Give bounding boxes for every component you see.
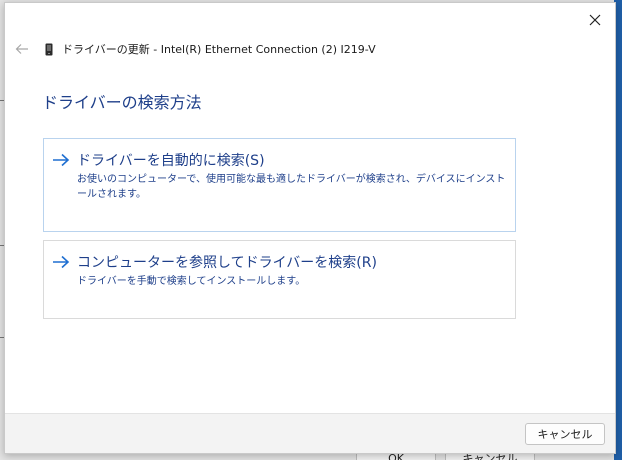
arrow-right-icon — [53, 255, 70, 269]
close-button[interactable] — [581, 8, 609, 32]
dialog-header-title: ドライバーの更新 - Intel(R) Ethernet Connection … — [62, 43, 376, 56]
dialog-header: ドライバーの更新 - Intel(R) Ethernet Connection … — [44, 39, 376, 59]
back-arrow-icon — [15, 44, 28, 54]
option-title: コンピューターを参照してドライバーを検索(R) — [77, 255, 377, 271]
arrow-right-icon — [53, 153, 70, 167]
option-description: ドライバーを手動で検索してインストールします。 — [77, 276, 306, 287]
option-description: お使いのコンピューターで、使用可能な最も適したドライバーが検索され、デバイスにイ… — [77, 174, 506, 200]
update-driver-dialog: ドライバーの更新 - Intel(R) Ethernet Connection … — [4, 2, 616, 454]
search-automatically-option[interactable]: ドライバーを自動的に検索(S) お使いのコンピューターで、使用可能な最も適したド… — [43, 138, 516, 232]
close-icon — [589, 14, 601, 26]
browse-computer-option[interactable]: コンピューターを参照してドライバーを検索(R) ドライバーを手動で検索してインス… — [43, 240, 516, 319]
page-title: ドライバーの検索方法 — [42, 93, 202, 112]
dialog-footer: キャンセル — [5, 413, 615, 453]
device-icon — [44, 42, 54, 56]
option-title: ドライバーを自動的に検索(S) — [77, 153, 265, 169]
back-button[interactable] — [12, 40, 32, 58]
cancel-button[interactable]: キャンセル — [525, 423, 605, 445]
